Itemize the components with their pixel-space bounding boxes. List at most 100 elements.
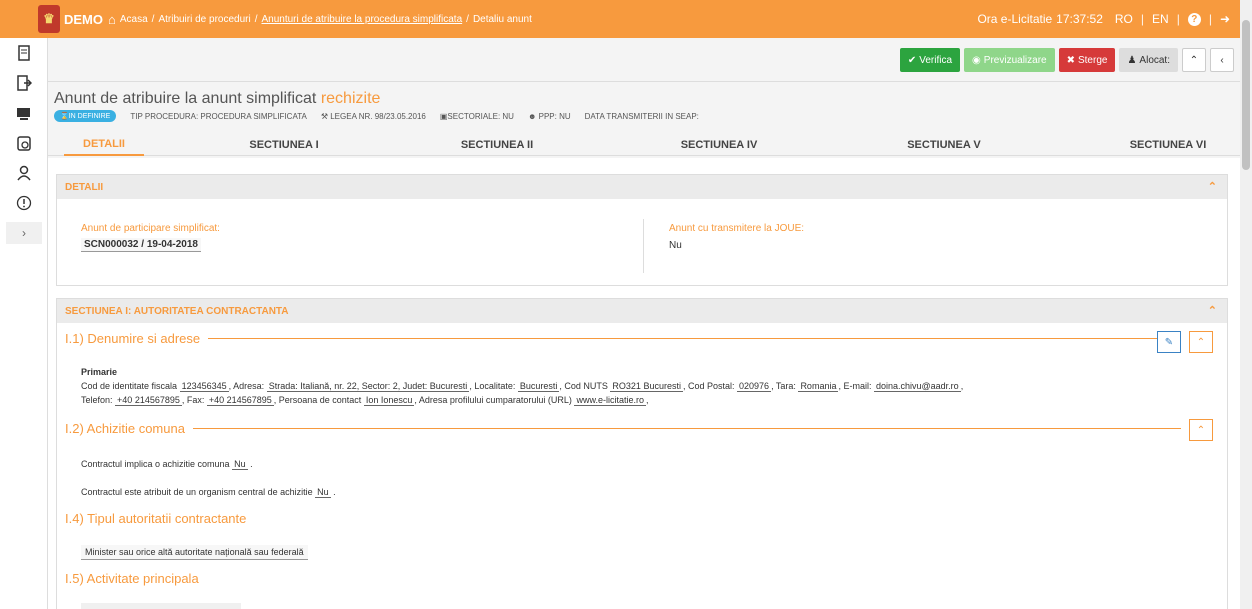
url-value[interactable]: www.e-licitatie.ro <box>574 395 646 406</box>
tab-detalii[interactable]: DETALII <box>64 134 144 156</box>
app-logo[interactable]: ♛ <box>38 5 60 33</box>
q2-text: Contractul este atribuit de un organism … <box>81 487 313 497</box>
previzualizare-label: Previzualizare <box>983 54 1047 66</box>
person-icon: ♟ <box>1127 54 1137 66</box>
verifica-button[interactable]: ✔ Verifica <box>899 48 961 72</box>
nuts-label: , Cod NUTS <box>559 381 608 391</box>
previzualizare-button[interactable]: ◉ Previzualizare <box>964 48 1055 72</box>
chevron-left-icon: ‹ <box>1220 54 1224 66</box>
fax-label: , Fax: <box>181 395 205 405</box>
breadcrumb: Acasa / Atribuiri de proceduri / Anuntur… <box>120 14 532 25</box>
breadcrumb-detaliu: Detaliu anunt <box>472 13 532 25</box>
tab-sectiunea-5[interactable]: SECTIUNEA V <box>894 134 994 156</box>
breadcrumb-sep: / <box>254 13 258 25</box>
nuts-value: RO321 Bucuresti <box>610 381 683 392</box>
separator: | <box>1176 12 1180 26</box>
detalii-panel-header[interactable]: DETALII ⌃ <box>57 175 1227 199</box>
divider <box>643 219 644 273</box>
organization-name: Primarie <box>81 367 118 377</box>
sidebar-expand-chevron-icon[interactable]: › <box>6 222 42 244</box>
alocat-button[interactable]: ♟ Alocat: <box>1119 48 1178 72</box>
sectiunea-1-panel-header[interactable]: SECTIUNEA I: AUTORITATEA CONTRACTANTA ⌃ <box>57 299 1227 323</box>
scrollbar-thumb[interactable] <box>1242 20 1250 170</box>
group-icon: ☻ <box>527 111 537 121</box>
breadcrumb-sep: / <box>466 13 469 25</box>
logout-icon[interactable]: ➜ <box>1220 12 1230 26</box>
demo-label: DEMO <box>64 11 103 27</box>
separator: | <box>1140 12 1145 26</box>
tab-sectiunea-6[interactable]: SECTIUNEA VI <box>1118 134 1218 156</box>
fax-value: +40 214567895 <box>206 395 274 406</box>
subsection-i1-header: I.1) Denumire si adrese <box>65 331 1171 346</box>
lang-en[interactable]: EN <box>1152 12 1169 26</box>
breadcrumb-anunturi[interactable]: Anunturi de atribuire la procedura simpl… <box>261 14 462 25</box>
telefon-label: Telefon: <box>81 395 113 405</box>
chevron-up-icon[interactable]: ⌃ <box>1208 304 1217 317</box>
subsection-i2-title: I.2) Achizitie comuna <box>65 421 185 436</box>
sterge-button[interactable]: ✖ Sterge <box>1058 48 1116 72</box>
collapse-up-button[interactable]: ⌃ <box>1182 48 1206 72</box>
user-icon[interactable] <box>0 158 48 188</box>
q1-text: Contractul implica o achizitie comuna <box>81 459 230 469</box>
alocat-label: Alocat: <box>1139 54 1170 66</box>
achizitie-comuna-q1: Contractul implica o achizitie comuna Nu… <box>81 457 253 471</box>
detalii-heading: DETALII <box>65 181 104 193</box>
collapse-left-button[interactable]: ‹ <box>1210 48 1234 72</box>
toolbar: ✔ Verifica ◉ Previzualizare ✖ Sterge ♟ Aloca… <box>48 38 1240 82</box>
title-accent: rechizite <box>320 90 381 107</box>
achizitie-comuna-q2: Contractul este atribuit de un organism … <box>81 485 336 499</box>
alert-icon[interactable] <box>0 188 48 218</box>
document-icon[interactable] <box>0 38 48 68</box>
separator: | <box>1208 12 1212 26</box>
adresa-value: Strada: Italiană, nr. 22, Sector: 2, Jud… <box>266 381 470 392</box>
chevron-up-icon[interactable]: ⌃ <box>1208 180 1217 193</box>
cif-value: 123456345 <box>179 381 229 392</box>
meta-info: ⌛IN DEFINIRE TIP PROCEDURA: PROCEDURA SI… <box>54 110 699 122</box>
page-scrollbar[interactable] <box>1240 0 1252 609</box>
meta-sectoriale-text: SECTORIALE: NU <box>447 111 514 121</box>
meta-data-transmiterii: DATA TRANSMITERII IN SEAP: <box>584 111 699 121</box>
authority-address-block: Primarie Cod de identitate fiscala 12345… <box>81 365 1211 407</box>
anunt-participare-label: Anunt de participare simplificat: <box>81 223 220 234</box>
anunt-participare-value[interactable]: SCN000032 / 19-04-2018 <box>81 238 201 252</box>
help-icon[interactable]: ? <box>1187 12 1201 26</box>
eye-icon: ◉ <box>972 54 981 66</box>
meta-sectoriale: ▣SECTORIALE: NU <box>440 112 514 121</box>
email-label: , E-mail: <box>838 381 872 391</box>
clock-time: 17:37:52 <box>1056 12 1103 26</box>
cif-label: Cod de identitate fiscala <box>81 381 178 391</box>
subsection-i4-header: I.4) Tipul autoritatii contractante <box>65 511 246 526</box>
check-icon: ✔ <box>907 54 917 66</box>
monitor-icon[interactable] <box>0 98 48 128</box>
chevron-up-icon[interactable]: ⌃ <box>1189 331 1213 353</box>
sterge-label: Sterge <box>1077 54 1108 66</box>
tab-sectiunea-4[interactable]: SECTIUNEA IV <box>669 134 769 156</box>
tara-label: , Tara: <box>771 381 796 391</box>
status-text: IN DEFINIRE <box>68 113 111 120</box>
subsection-i2-header: I.2) Achizitie comuna <box>65 421 1189 436</box>
email-value: doina.chivu@aadr.ro <box>874 381 961 392</box>
comma: , <box>960 381 964 391</box>
clipboard-icon[interactable] <box>0 128 48 158</box>
tab-sectiunea-1[interactable]: SECTIUNEA I <box>244 134 324 156</box>
comma: , <box>645 395 649 405</box>
lang-ro[interactable]: RO <box>1115 12 1133 26</box>
url-label: , Adresa profilului cumparatorului (URL) <box>414 395 572 405</box>
top-bar: ♛ DEMO ⌂ Acasa / Atribuiri de proceduri … <box>0 0 1240 38</box>
anunt-joue-value: Nu <box>669 240 682 251</box>
postal-label: , Cod Postal: <box>682 381 735 391</box>
breadcrumb-sep: / <box>151 13 155 25</box>
export-document-icon[interactable] <box>0 68 48 98</box>
sectiunea-1-panel: SECTIUNEA I: AUTORITATEA CONTRACTANTA ⌃ … <box>56 298 1228 609</box>
subsection-i1-title: I.1) Denumire si adrese <box>65 331 201 346</box>
hourglass-icon: ⌛ <box>60 113 69 120</box>
section-tabs: DETALII SECTIUNEA I SECTIUNEA II SECTIUN… <box>48 134 1240 156</box>
breadcrumb-acasa[interactable]: Acasa <box>120 14 148 25</box>
contact-value: Ion Ionescu <box>363 395 415 406</box>
edit-icon[interactable]: ✎ <box>1157 331 1181 353</box>
meta-legea: ⚒ LEGEA NR. 98/23.05.2016 <box>321 112 426 121</box>
chevron-up-icon[interactable]: ⌃ <box>1189 419 1213 441</box>
tab-sectiunea-2[interactable]: SECTIUNEA II <box>452 134 542 156</box>
breadcrumb-atribuiri[interactable]: Atribuiri de proceduri <box>158 14 250 25</box>
home-icon[interactable]: ⌂ <box>108 12 116 27</box>
